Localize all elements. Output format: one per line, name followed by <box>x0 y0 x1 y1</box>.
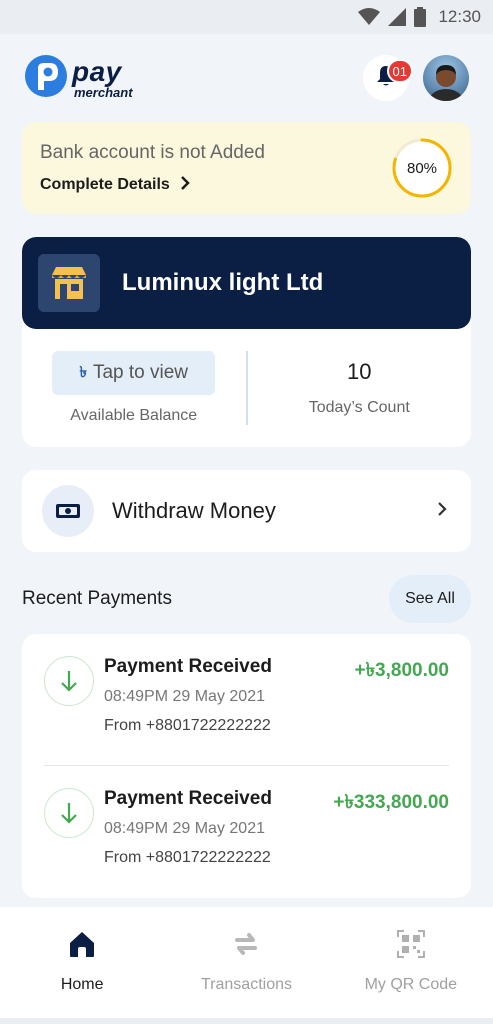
cash-icon <box>42 485 94 537</box>
see-all-button[interactable]: See All <box>389 575 471 623</box>
todays-count-label: Today’s Count <box>308 399 410 416</box>
payment-sender: From +8801722222222 <box>104 717 271 734</box>
available-balance-label: Available Balance <box>70 407 198 424</box>
progress-label: 80% <box>406 159 438 177</box>
bank-account-alert[interactable]: Bank account is not Added Complete Detai… <box>22 122 471 214</box>
app-logo: pay merchant <box>24 54 133 103</box>
nav-my-qr-code-label: My QR Code <box>364 976 458 993</box>
payment-title: Payment Received <box>104 656 272 677</box>
merchant-header: Luminux light Ltd <box>22 237 471 329</box>
recent-payments-title: Recent Payments <box>22 588 172 609</box>
payment-amount: +৳3,800.00 <box>354 660 449 681</box>
system-home-bar <box>0 1018 493 1024</box>
payment-time: 08:49PM 29 May 2021 <box>104 688 265 705</box>
qr-code-icon <box>396 929 426 964</box>
withdraw-money-label: Withdraw Money <box>112 498 276 523</box>
chevron-right-icon <box>180 175 190 195</box>
notifications-button[interactable]: 01 <box>363 55 413 101</box>
payment-title: Payment Received <box>104 788 272 809</box>
transfer-icon <box>231 929 261 964</box>
list-item[interactable]: Payment Received 08:49PM 29 May 2021 Fro… <box>22 634 471 765</box>
wifi-icon <box>358 8 381 26</box>
payment-sender: From +8801722222222 <box>104 849 271 866</box>
arrow-down-icon <box>44 656 94 706</box>
recent-payments-list: Payment Received 08:49PM 29 May 2021 Fro… <box>22 634 471 898</box>
chevron-right-icon <box>437 501 447 522</box>
nav-home[interactable]: Home <box>0 929 164 994</box>
currency-symbol: ৳ <box>79 363 87 381</box>
list-item[interactable]: Payment Received 08:49PM 29 May 2021 Fro… <box>44 765 449 896</box>
nav-transactions[interactable]: Transactions <box>164 929 328 994</box>
tap-to-view-label: Tap to view <box>92 362 189 383</box>
status-time: 12:30 <box>438 7 481 26</box>
todays-count-value: 10 <box>347 359 372 384</box>
complete-details-label: Complete Details <box>40 176 170 193</box>
signal-icon <box>388 8 407 26</box>
logo-primary-text: pay <box>72 55 122 87</box>
nav-transactions-label: Transactions <box>200 976 292 993</box>
payment-amount: +৳333,800.00 <box>333 792 449 813</box>
bank-alert-title: Bank account is not Added <box>40 141 265 163</box>
logo-secondary-text: merchant <box>74 84 133 100</box>
payment-time: 08:49PM 29 May 2021 <box>104 820 265 837</box>
arrow-down-icon <box>44 788 94 838</box>
notification-badge: 01 <box>386 59 413 83</box>
complete-details-link[interactable]: Complete Details <box>40 175 265 195</box>
store-icon <box>38 254 100 312</box>
home-icon <box>67 929 97 964</box>
battery-icon <box>414 7 427 27</box>
app-header: pay merchant 01 <box>0 34 493 122</box>
merchant-name: Luminux light Ltd <box>122 269 324 296</box>
nav-home-label: Home <box>60 976 104 993</box>
logo-mark-icon <box>24 54 68 103</box>
tap-to-view-balance-button[interactable]: ৳ Tap to view <box>52 351 216 395</box>
recent-payments-header: Recent Payments See All <box>22 574 471 624</box>
avatar[interactable] <box>423 55 469 101</box>
withdraw-money-button[interactable]: Withdraw Money <box>22 470 471 552</box>
merchant-card: Luminux light Ltd ৳ Tap to view Availabl… <box>22 237 471 447</box>
profile-progress-ring: 80% <box>391 137 453 199</box>
bottom-navigation: Home Transactions My QR Code <box>0 907 493 1024</box>
status-bar: 12:30 <box>0 0 493 34</box>
nav-my-qr-code[interactable]: My QR Code <box>329 929 493 994</box>
